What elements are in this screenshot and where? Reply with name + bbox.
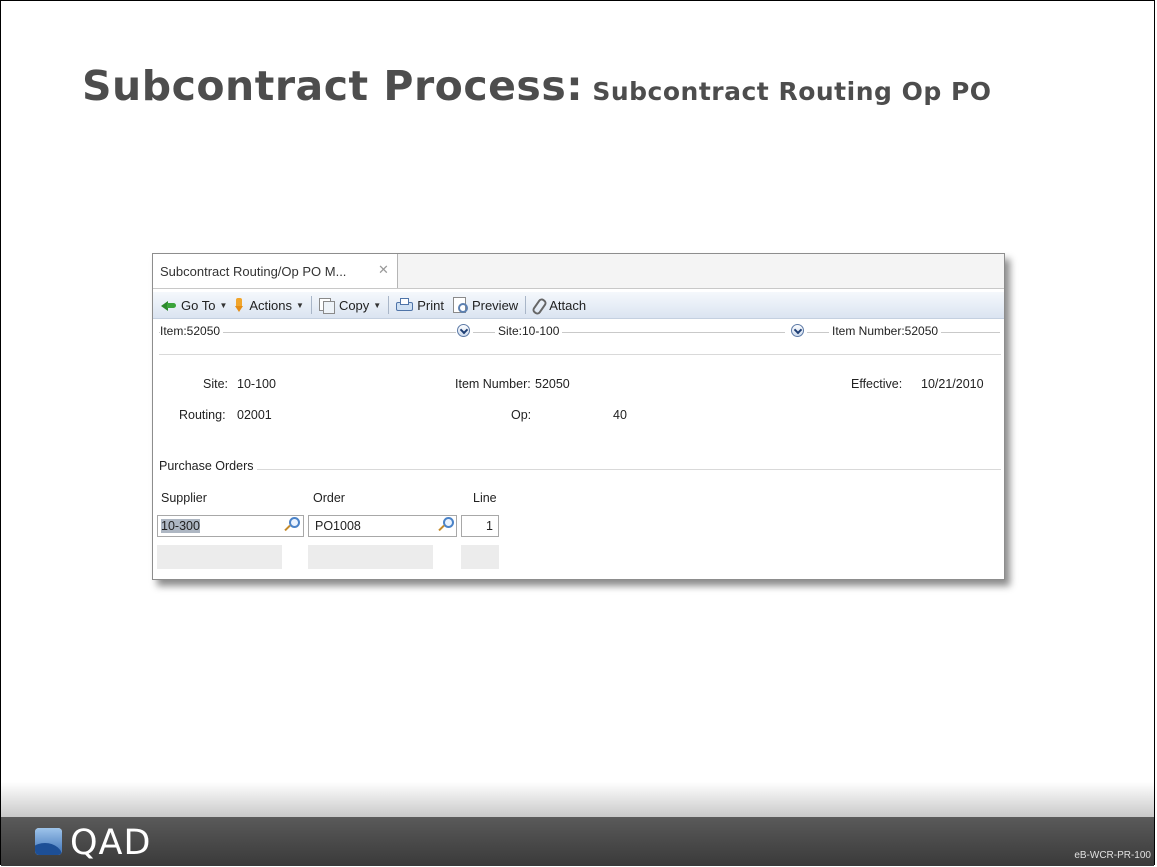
- slide-title-sub: Subcontract Routing Op PO: [583, 77, 992, 106]
- op-label: Op:: [511, 408, 532, 422]
- section-divider: [159, 469, 1001, 470]
- attach-button[interactable]: Attach: [529, 297, 590, 313]
- empty-row-line[interactable]: [461, 545, 499, 569]
- order-lookup-icon[interactable]: [437, 516, 455, 534]
- empty-row-supplier[interactable]: [157, 545, 282, 569]
- preview-icon: [452, 297, 468, 313]
- copy-icon: [318, 297, 335, 314]
- item-number-label: Item Number:: [455, 377, 531, 391]
- preview-button[interactable]: Preview: [448, 297, 522, 313]
- site-value: 10-100: [237, 377, 276, 391]
- site-label: Site:: [203, 377, 229, 391]
- op-value: 40: [613, 408, 627, 422]
- copy-label: Copy: [338, 297, 370, 313]
- supplier-value: 10-300: [161, 519, 200, 533]
- document-code: eB-WCR-PR-100: [1074, 850, 1151, 861]
- preview-label: Preview: [471, 297, 519, 313]
- close-icon[interactable]: ✕: [378, 262, 389, 278]
- goto-button[interactable]: Go To ▼: [157, 298, 231, 313]
- toolbar: Go To ▼ Actions ▼ Copy ▼ Print Preview A…: [153, 292, 1004, 319]
- footer-fade: [1, 782, 1154, 818]
- purchase-orders-heading: Purchase Orders: [159, 459, 258, 473]
- actions-icon: [235, 297, 245, 313]
- routing-value: 02001: [237, 408, 272, 422]
- chevron-down-icon: ▼: [296, 300, 304, 310]
- tab-label: Subcontract Routing/Op PO M...: [160, 263, 347, 279]
- paperclip-icon: [533, 297, 545, 313]
- column-header-order: Order: [313, 491, 345, 505]
- printer-icon: [396, 298, 414, 312]
- app-window: Subcontract Routing/Op PO M... ✕ Go To ▼…: [152, 253, 1005, 580]
- column-header-line: Line: [473, 491, 497, 505]
- column-header-supplier: Supplier: [161, 491, 207, 505]
- qad-logo-icon: [35, 828, 62, 855]
- expand-chevron-icon[interactable]: [791, 324, 804, 337]
- tab-bar: Subcontract Routing/Op PO M... ✕: [153, 254, 1004, 289]
- print-label: Print: [417, 297, 444, 313]
- actions-label: Actions: [249, 297, 293, 313]
- filter-site: Site:10-100: [495, 324, 563, 338]
- line-input[interactable]: 1: [461, 515, 499, 537]
- item-number-value: 52050: [535, 377, 570, 391]
- slide-title-main: Subcontract Process:: [82, 62, 584, 110]
- qad-logo-text: QAD: [70, 823, 152, 863]
- slide-title: Subcontract Process: Subcontract Routing…: [82, 62, 992, 110]
- order-input[interactable]: PO1008: [308, 515, 457, 537]
- filter-item: Item:52050: [160, 324, 224, 338]
- order-value: PO1008: [315, 519, 361, 533]
- filter-row: Item:52050 Site:10-100 Item Number:52050: [153, 322, 1004, 342]
- effective-label: Effective:: [851, 377, 903, 391]
- print-button[interactable]: Print: [392, 298, 448, 313]
- toolbar-separator: [525, 296, 527, 314]
- header-divider: [159, 354, 1001, 355]
- goto-label: Go To: [181, 297, 216, 313]
- supplier-lookup-icon[interactable]: [283, 516, 301, 534]
- tab-subcontract-routing[interactable]: Subcontract Routing/Op PO M... ✕: [153, 254, 398, 288]
- actions-button[interactable]: Actions ▼: [231, 297, 308, 313]
- go-to-arrow-icon: [161, 300, 177, 311]
- routing-label: Routing:: [179, 408, 226, 422]
- toolbar-separator: [388, 296, 390, 314]
- expand-chevron-icon[interactable]: [457, 324, 470, 337]
- supplier-input[interactable]: 10-300: [157, 515, 304, 537]
- footer-bar: [1, 817, 1154, 866]
- chevron-down-icon: ▼: [373, 300, 382, 310]
- copy-button[interactable]: Copy ▼: [315, 297, 385, 314]
- chevron-down-icon: ▼: [219, 300, 228, 310]
- filter-item-number: Item Number:52050: [829, 324, 942, 338]
- toolbar-separator: [310, 296, 312, 314]
- line-value: 1: [486, 519, 493, 533]
- effective-value: 10/21/2010: [921, 377, 984, 391]
- empty-row-order[interactable]: [308, 545, 433, 569]
- attach-label: Attach: [549, 297, 587, 313]
